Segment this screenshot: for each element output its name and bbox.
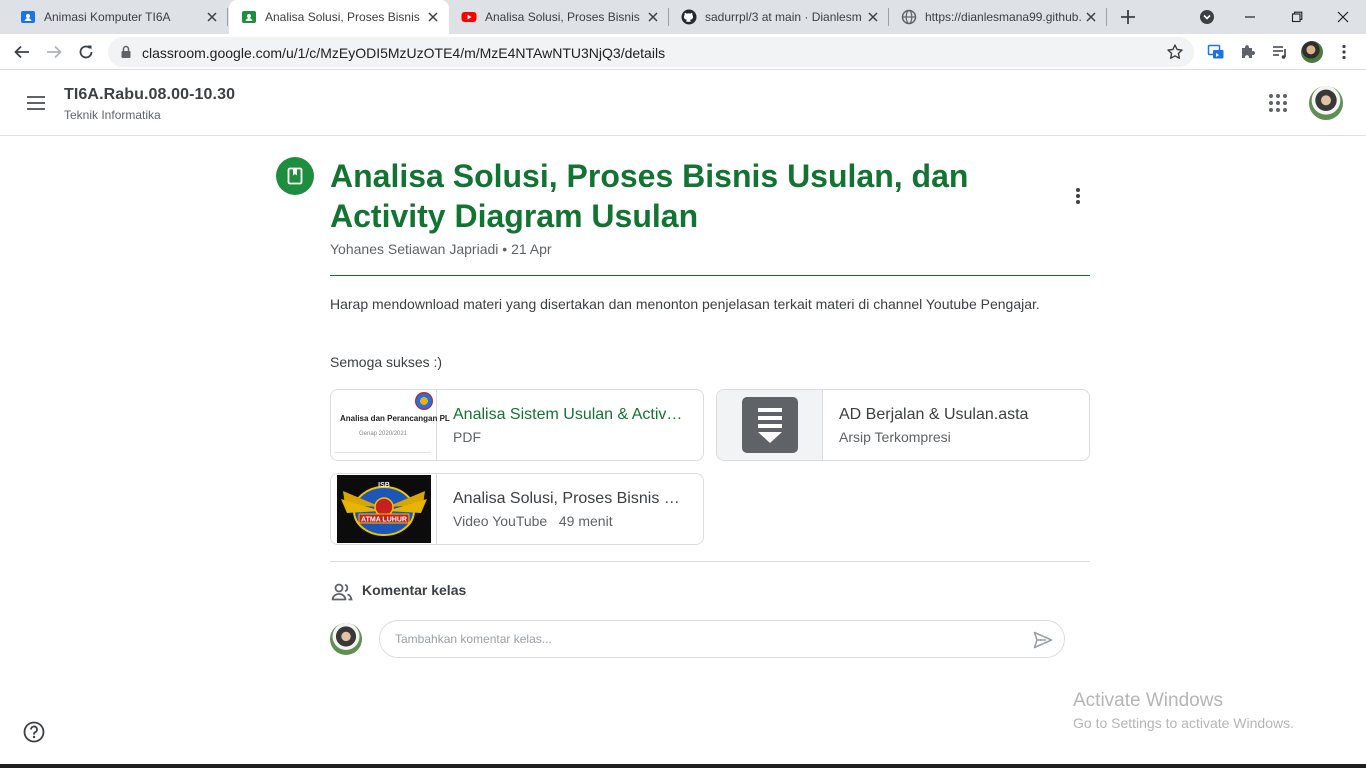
- extensions-puzzle-icon[interactable]: [1238, 42, 1258, 62]
- extension-cast-icon[interactable]: [1206, 42, 1226, 62]
- tab-separator: [1106, 8, 1107, 26]
- post-description: Harap mendownload materi yang disertakan…: [330, 296, 1040, 312]
- post-closing: Semoga sukses :): [330, 354, 443, 370]
- post-options-kebab-icon[interactable]: [1066, 184, 1090, 208]
- minimize-icon[interactable]: [1240, 7, 1260, 27]
- pdf-thumbnail: Analisa dan Perancangan PL Genap 2020/20…: [331, 390, 450, 460]
- post-title: Analisa Solusi, Proses Bisnis Usulan, da…: [330, 158, 969, 234]
- pdf-thumbnail-subtitle: Genap 2020/2021: [359, 431, 408, 437]
- browser-tab-title: https://dianlesmana99.github.: [925, 10, 1081, 24]
- my-avatar: [330, 623, 362, 655]
- browser-toolbar: classroom.google.com/u/1/c/MzEyODI5MzUzO…: [0, 34, 1366, 70]
- university-logo: [415, 392, 433, 410]
- material-bookmark-icon: [276, 157, 314, 195]
- video-duration: 49 menit: [558, 513, 613, 529]
- class-section: Teknik Informatika: [64, 108, 161, 122]
- browser-tab-5[interactable]: https://dianlesmana99.github.: [889, 0, 1107, 34]
- attachment-name: Analisa Sistem Usulan & Activity Diagram…: [453, 406, 685, 423]
- post-author: Yohanes Setiawan Japriadi: [330, 241, 499, 257]
- help-question-icon[interactable]: [23, 721, 45, 743]
- taskbar-edge: [0, 764, 1366, 768]
- browser-tab-title: Analisa Solusi, Proses Bisnis S: [485, 10, 641, 24]
- archive-file-icon: [741, 397, 798, 453]
- close-tab-icon[interactable]: [204, 9, 220, 25]
- close-window-icon[interactable]: [1333, 7, 1353, 27]
- comment-box: [379, 620, 1065, 658]
- class-comments-label: Komentar kelas: [362, 582, 467, 598]
- close-tab-icon[interactable]: [1083, 9, 1099, 25]
- activate-windows-title: Activate Windows: [1073, 690, 1223, 711]
- address-bar[interactable]: classroom.google.com/u/1/c/MzEyODI5MzUzO…: [108, 37, 1194, 67]
- people-icon: [330, 580, 354, 604]
- post-date: 21 Apr: [511, 241, 552, 257]
- browser-tab-strip: Animasi Komputer TI6A Analisa Solusi, Pr…: [0, 0, 1366, 34]
- pdf-thumbnail-footer-line: [335, 452, 431, 453]
- attachment-archive[interactable]: AD Berjalan & Usulan.asta Arsip Terkompr…: [716, 389, 1090, 461]
- media-queue-icon[interactable]: [1270, 42, 1290, 62]
- youtube-icon: [461, 12, 477, 22]
- meta-separator: •: [502, 241, 508, 257]
- classroom-icon: [21, 11, 35, 23]
- globe-icon: [901, 9, 917, 25]
- browser-tab-4[interactable]: sadurrpl/3 at main · Dianlesm: [669, 0, 889, 34]
- restore-icon[interactable]: [1287, 7, 1307, 27]
- reload-icon[interactable]: [76, 42, 96, 62]
- back-arrow-icon[interactable]: [12, 42, 32, 62]
- video-thumbnail-top-label: ISB: [378, 482, 390, 489]
- main-menu-hamburger-icon[interactable]: [24, 91, 48, 115]
- attachment-type-label: Video YouTube: [453, 513, 548, 529]
- tab-search-chevron-icon[interactable]: [1197, 7, 1217, 27]
- browser-tab-2[interactable]: Analisa Solusi, Proses Bisnis U: [229, 0, 449, 34]
- tab-separator: [227, 8, 228, 26]
- browser-tab-title: Animasi Komputer TI6A: [44, 10, 171, 24]
- account-avatar[interactable]: [1309, 86, 1343, 120]
- browser-tab-1[interactable]: Animasi Komputer TI6A: [8, 0, 228, 34]
- attachment-type: PDF: [453, 429, 481, 445]
- new-tab-plus-icon[interactable]: [1118, 7, 1138, 27]
- browser-tab-title: Analisa Solusi, Proses Bisnis U: [265, 10, 421, 24]
- send-icon[interactable]: [1032, 629, 1054, 651]
- forward-arrow-icon[interactable]: [44, 42, 64, 62]
- lock-icon[interactable]: [120, 45, 132, 59]
- close-tab-icon[interactable]: [425, 9, 441, 25]
- class-name[interactable]: TI6A.Rabu.08.00-10.30: [64, 86, 235, 104]
- close-tab-icon[interactable]: [645, 9, 661, 25]
- pdf-thumbnail-title: Analisa dan Perancangan PL: [340, 414, 450, 423]
- profile-avatar-icon[interactable]: [1301, 41, 1323, 63]
- attachment-name: Analisa Solusi, Proses Bisnis Usulan, da…: [453, 490, 685, 507]
- browser-tab-3[interactable]: Analisa Solusi, Proses Bisnis S: [449, 0, 669, 34]
- url-text: classroom.google.com/u/1/c/MzEyODI5MzUzO…: [142, 45, 666, 61]
- post-meta: Yohanes Setiawan Japriadi • 21 Apr: [330, 241, 552, 257]
- video-thumbnail-image: ATMA LUHUR ISB: [337, 475, 431, 543]
- bookmark-star-icon[interactable]: [1166, 43, 1184, 61]
- attachment-type: Video YouTube 49 menit: [453, 513, 613, 529]
- video-thumbnail-banner: ATMA LUHUR: [361, 516, 407, 523]
- attachment-youtube[interactable]: ATMA LUHUR ISB Analisa Solusi, Proses Bi…: [330, 473, 704, 545]
- google-apps-grid-icon[interactable]: [1266, 91, 1290, 115]
- attachment-name: AD Berjalan & Usulan.asta: [839, 406, 1029, 423]
- close-tab-icon[interactable]: [865, 9, 881, 25]
- github-icon: [681, 9, 697, 25]
- video-thumbnail: ATMA LUHUR ISB: [331, 474, 437, 544]
- browser-tab-title: sadurrpl/3 at main · Dianlesm: [705, 10, 861, 24]
- class-comment-input[interactable]: [395, 630, 1015, 648]
- attachment-pdf[interactable]: Analisa dan Perancangan PL Genap 2020/20…: [330, 389, 704, 461]
- classroom-icon: [242, 11, 256, 23]
- classroom-header: TI6A.Rabu.08.00-10.30 Teknik Informatika: [0, 71, 1366, 136]
- archive-thumbnail: [717, 390, 823, 460]
- comments-divider: [330, 561, 1090, 562]
- attachment-type: Arsip Terkompresi: [839, 429, 951, 445]
- activate-windows-subtitle: Go to Settings to activate Windows.: [1073, 715, 1294, 731]
- title-divider: [330, 275, 1090, 276]
- browser-menu-kebab-icon[interactable]: [1334, 42, 1354, 62]
